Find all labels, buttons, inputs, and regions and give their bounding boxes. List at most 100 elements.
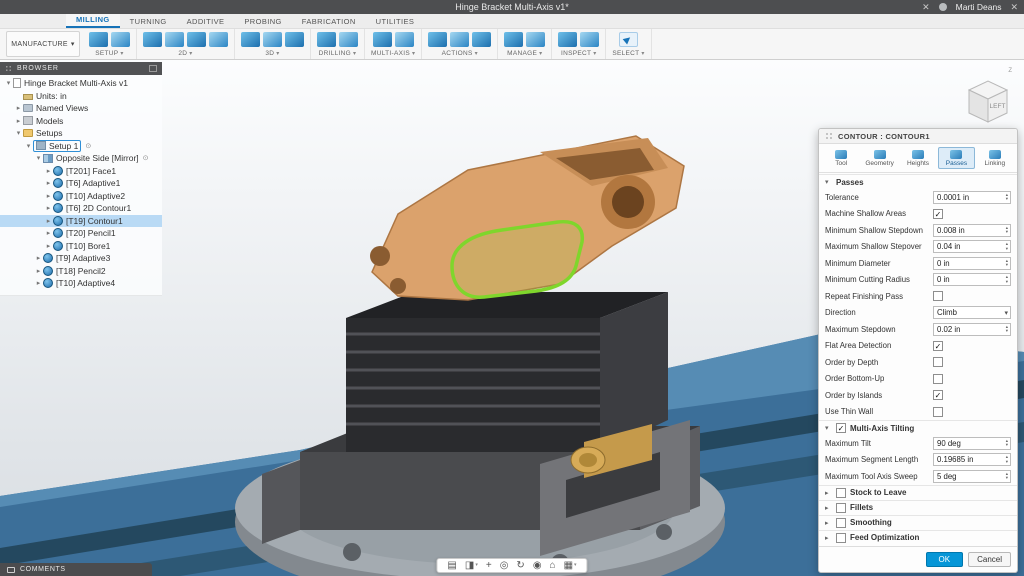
visibility-icon[interactable]: ⊙ [85,142,91,150]
file-views-icon[interactable]: ▤ [444,561,459,571]
chevron-right-icon[interactable]: ▸ [825,489,832,497]
user-name[interactable]: Marti Deans [956,2,1002,12]
tree-item-opposite-side-mirror[interactable]: ▾Opposite Side [Mirror]⊙ [0,152,162,165]
tree-item-t6-adaptive1[interactable]: ▸[T6] Adaptive1 [0,177,162,190]
ribbon-tab-utilities[interactable]: UTILITIES [366,14,425,28]
ribbon-group-dropdown-3d[interactable]: 3D▾ [265,50,279,57]
stepper-icon[interactable]: ▴▾ [1006,472,1008,481]
pocket-2d-icon[interactable] [187,32,206,47]
view-cube[interactable]: Z LEFT [960,72,1016,128]
tree-item-setups[interactable]: ▾Setups [0,127,162,140]
cancel-button[interactable]: Cancel [968,552,1011,567]
direction-dropdown[interactable]: Climb▾ [933,306,1011,319]
window-close-icon[interactable]: ✕ [1010,3,1018,12]
stepper-icon[interactable]: ▴▾ [1006,259,1008,268]
dialog-tab-tool[interactable]: Tool [823,147,859,169]
parallel-icon[interactable] [263,32,282,47]
tree-item-units-in[interactable]: Units: in [0,90,162,103]
chevron-right-icon[interactable]: ▸ [825,519,832,527]
flat-area-detection-checkbox[interactable]: ✓ [933,341,943,351]
tree-item-t9-adaptive3[interactable]: ▸[T9] Adaptive3 [0,252,162,265]
contour-3d-icon[interactable] [285,32,304,47]
expand-caret-icon[interactable]: ▸ [44,179,53,187]
use-thin-wall-checkbox[interactable] [933,407,943,417]
ribbon-group-dropdown-multi-axis[interactable]: MULTI-AXIS▾ [371,50,415,57]
comments-bar[interactable]: COMMENTS [0,563,152,576]
tree-item-t20-pencil1[interactable]: ▸[T20] Pencil1 [0,227,162,240]
tree-item-t18-pencil2[interactable]: ▸[T18] Pencil2 [0,265,162,278]
expand-caret-icon[interactable]: ▸ [44,167,53,175]
ribbon-group-dropdown-setup[interactable]: SETUP▾ [95,50,123,57]
section-fillets[interactable]: ▸Fillets [819,500,1017,515]
ribbon-tab-additive[interactable]: ADDITIVE [177,14,235,28]
tree-item-setup-1[interactable]: ▾Setup 1⊙ [0,140,162,153]
ribbon-tab-turning[interactable]: TURNING [120,14,177,28]
stock-to-leave-checkbox[interactable] [836,488,846,498]
orbit-icon[interactable]: ↻ [513,561,527,571]
order-by-depth-checkbox[interactable] [933,357,943,367]
drag-handle-icon[interactable] [825,132,833,140]
setup-sheet-icon[interactable] [472,32,491,47]
expand-caret-icon[interactable]: ▾ [34,154,43,162]
expand-caret-icon[interactable]: ▸ [44,229,53,237]
viewcube-face-label[interactable]: LEFT [990,103,1006,110]
dialog-header[interactable]: CONTOUR : CONTOUR1 [819,129,1017,144]
maximum-segment-length-input[interactable]: 0.19685 in▴▾ [933,453,1011,466]
minimum-diameter-input[interactable]: 0 in▴▾ [933,257,1011,270]
expand-caret-icon[interactable]: ▸ [34,279,43,287]
workspace-selector[interactable]: MANUFACTURE ▾ [6,31,80,57]
multi-axis-contour-icon[interactable] [395,32,414,47]
post-process-icon[interactable] [450,32,469,47]
minimum-shallow-stepdown-input[interactable]: 0.008 in▴▾ [933,224,1011,237]
feed-optimization-checkbox[interactable] [836,533,846,543]
dialog-tab-geometry[interactable]: Geometry [861,147,897,169]
stock-icon[interactable] [111,32,130,47]
section-smoothing[interactable]: ▸Smoothing [819,515,1017,530]
expand-caret-icon[interactable]: ▸ [34,254,43,262]
adaptive-clearing-3d-icon[interactable] [241,32,260,47]
ok-button[interactable]: OK [926,552,964,567]
bore-icon[interactable] [339,32,358,47]
tree-item-models[interactable]: ▸Models [0,115,162,128]
ribbon-group-dropdown-drilling[interactable]: DRILLING▾ [319,50,357,57]
ribbon-tab-fabrication[interactable]: FABRICATION [292,14,366,28]
stepper-icon[interactable]: ▴▾ [1006,226,1008,235]
stepper-icon[interactable]: ▴▾ [1006,325,1008,334]
stepper-icon[interactable]: ▴▾ [1006,242,1008,251]
ribbon-group-dropdown-2d[interactable]: 2D▾ [178,50,192,57]
display-settings-icon[interactable]: ◨▾ [462,561,481,571]
tree-item-t6-2d-contour1[interactable]: ▸[T6] 2D Contour1 [0,202,162,215]
ribbon-tab-probing[interactable]: PROBING [234,14,291,28]
ribbon-tab-milling[interactable]: MILLING [66,12,120,28]
fillets-checkbox[interactable] [836,503,846,513]
section-stock-to-leave[interactable]: ▸Stock to Leave [819,485,1017,500]
tree-item-t10-adaptive2[interactable]: ▸[T10] Adaptive2 [0,190,162,203]
section-analysis-icon[interactable] [580,32,599,47]
smoothing-checkbox[interactable] [836,518,846,528]
maximum-tool-axis-sweep-input[interactable]: 5 deg▴▾ [933,470,1011,483]
tree-item-t201-face1[interactable]: ▸[T201] Face1 [0,165,162,178]
contour-2d-icon[interactable] [209,32,228,47]
tree-item-hinge-bracket-multi-axis-v1[interactable]: ▾Hinge Bracket Multi-Axis v1 [0,77,162,90]
multi-axis-tilting-checkbox[interactable]: ✓ [836,423,846,433]
select-cursor-icon[interactable] [619,32,638,47]
face-icon[interactable] [143,32,162,47]
multi-axis-tilting-section-header[interactable]: ▾ ✓ Multi-Axis Tilting [819,420,1017,435]
pan-icon[interactable]: + [483,561,495,571]
repeat-finishing-pass-checkbox[interactable] [933,291,943,301]
dialog-tab-passes[interactable]: Passes [938,147,974,169]
grid-settings-icon[interactable]: ▦▾ [561,561,580,571]
panel-options-icon[interactable] [149,65,157,72]
ribbon-group-dropdown-select[interactable]: SELECT▾ [612,50,644,57]
ribbon-group-dropdown-manage[interactable]: MANAGE▾ [507,50,542,57]
chevron-right-icon[interactable]: ▸ [825,504,832,512]
ribbon-group-dropdown-inspect[interactable]: INSPECT▾ [561,50,597,57]
expand-caret-icon[interactable]: ▸ [44,204,53,212]
stepper-icon[interactable]: ▴▾ [1006,439,1008,448]
section-feed-optimization[interactable]: ▸Feed Optimization [819,530,1017,545]
machine-shallow-areas-checkbox[interactable]: ✓ [933,209,943,219]
drag-handle-icon[interactable] [5,65,12,72]
minimum-cutting-radius-input[interactable]: 0 in▴▾ [933,273,1011,286]
measure-icon[interactable] [558,32,577,47]
view-cube-graphic[interactable]: LEFT [960,72,1016,128]
